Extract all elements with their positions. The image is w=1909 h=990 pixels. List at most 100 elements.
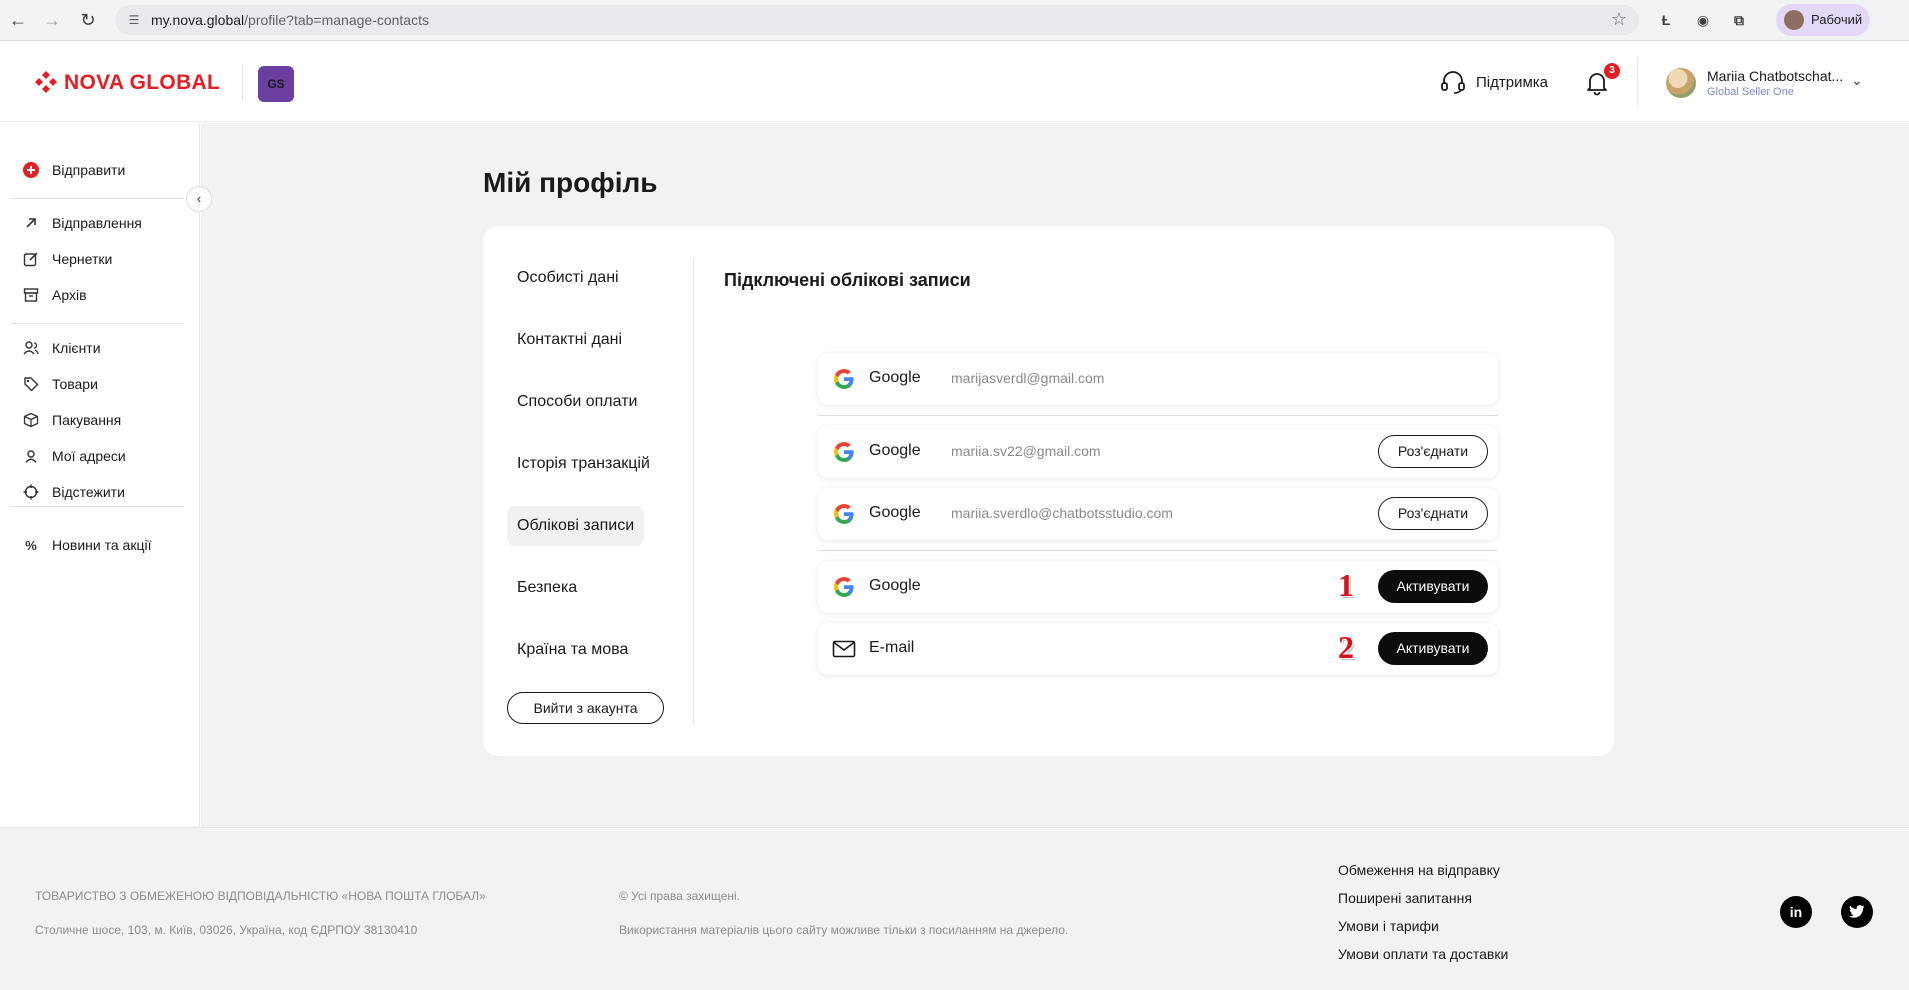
- sidebar-item-label: Відправити: [52, 162, 126, 178]
- translate-extension-icon[interactable]: Ƚ: [1655, 9, 1677, 31]
- sidebar-item-goods[interactable]: Товари: [22, 373, 98, 395]
- annotation-marker: 2: [1338, 629, 1354, 665]
- sidebar-item-shipments[interactable]: Відправлення: [22, 212, 142, 234]
- edit-icon: [22, 250, 40, 268]
- twitter-icon[interactable]: [1841, 896, 1873, 928]
- usage-notice: Використання матеріалів цього сайту можл…: [619, 923, 1069, 937]
- sidebar-item-drafts[interactable]: Чернетки: [22, 248, 112, 270]
- logo-divider: [242, 64, 243, 100]
- plus-circle-icon: [22, 161, 40, 179]
- tab-payment-methods[interactable]: Способи оплати: [507, 382, 647, 422]
- profile-card: Особисті дані Контактні дані Способи опл…: [483, 226, 1614, 756]
- sidebar-item-label: Відправлення: [52, 215, 142, 231]
- forward-icon[interactable]: →: [40, 8, 64, 32]
- sidebar-item-label: Товари: [52, 376, 98, 392]
- chevron-down-icon[interactable]: ⌄: [1851, 72, 1863, 89]
- linkedin-icon[interactable]: in: [1780, 896, 1812, 928]
- disconnect-button[interactable]: Роз'єднати: [1378, 497, 1488, 530]
- browser-profile-button[interactable]: Рабочий: [1776, 4, 1870, 36]
- app-header: NOVA GLOBAL GS Підтримка 3 Mariia Chatbo…: [0, 42, 1909, 122]
- google-icon: [834, 504, 854, 524]
- sidebar-item-addresses[interactable]: Мої адреси: [22, 445, 126, 467]
- copyright: © Усі права захищені.: [619, 889, 741, 903]
- collapse-sidebar-button[interactable]: ‹: [186, 186, 212, 212]
- sidebar-item-news[interactable]: % Новини та акції: [22, 534, 151, 556]
- user-name[interactable]: Mariia Chatbotschat...: [1707, 68, 1843, 84]
- extensions-puzzle-icon[interactable]: ⧉: [1728, 9, 1750, 31]
- account-email: mariia.sverdlo@chatbotsstudio.com: [951, 505, 1173, 521]
- sidebar-divider: [10, 506, 184, 507]
- brand-name[interactable]: NOVA GLOBAL: [64, 71, 220, 95]
- header-divider: [1637, 56, 1638, 108]
- account-row: Google mariia.sv22@gmail.com Роз'єднати: [818, 426, 1498, 478]
- google-icon: [834, 442, 854, 462]
- sidebar-item-label: Архів: [52, 287, 87, 303]
- provider-name: Google: [869, 369, 921, 386]
- sidebar-item-label: Мої адреси: [52, 448, 126, 464]
- tab-transaction-history[interactable]: Історія транзакцій: [507, 444, 660, 484]
- activate-button[interactable]: Активувати: [1378, 632, 1488, 665]
- footer-link-payment-delivery[interactable]: Умови оплати та доставки: [1338, 946, 1508, 962]
- accounts-divider: [818, 415, 1498, 416]
- sidebar-item-label: Клієнти: [52, 340, 101, 356]
- camera-icon[interactable]: ◉: [1692, 9, 1714, 31]
- account-row: Google marijasverdl@gmail.com: [818, 353, 1498, 405]
- footer-link-restrictions[interactable]: Обмеження на відправку: [1338, 862, 1500, 878]
- activate-button[interactable]: Активувати: [1378, 570, 1488, 603]
- sidebar: Відправити Відправлення Чернетки Архів К…: [0, 123, 200, 827]
- crosshair-icon: [22, 483, 40, 501]
- tab-country-language[interactable]: Країна та мова: [507, 630, 638, 670]
- footer-link-terms[interactable]: Умови і тарифи: [1338, 918, 1439, 934]
- site-settings-icon[interactable]: ☰: [125, 11, 143, 29]
- sidebar-item-send[interactable]: Відправити: [22, 159, 125, 181]
- envelope-icon: [832, 640, 856, 658]
- sidebar-item-archive[interactable]: Архів: [22, 284, 87, 306]
- user-role: Global Seller One: [1707, 86, 1794, 98]
- account-email: mariia.sv22@gmail.com: [951, 443, 1101, 459]
- google-icon: [834, 577, 854, 597]
- disconnect-button[interactable]: Роз'єднати: [1378, 435, 1488, 468]
- provider-name: Google: [869, 442, 921, 459]
- url-text: my.nova.global/profile?tab=manage-contac…: [151, 12, 429, 28]
- address-bar[interactable]: ☰ my.nova.global/profile?tab=manage-cont…: [115, 5, 1639, 35]
- sidebar-item-clients[interactable]: Клієнти: [22, 337, 101, 359]
- archive-box-icon: [22, 286, 40, 304]
- page-title: Мій профіль: [483, 167, 658, 198]
- location-pin-icon: [22, 447, 40, 465]
- support-label: Підтримка: [1476, 73, 1549, 91]
- support-link[interactable]: Підтримка: [1440, 70, 1548, 94]
- sidebar-item-packaging[interactable]: Пакування: [22, 409, 121, 431]
- reload-icon[interactable]: ↻: [76, 8, 100, 32]
- sidebar-divider: [10, 323, 184, 324]
- footer: ТОВАРИСТВО З ОБМЕЖЕНОЮ ВІДПОВІДАЛЬНІСТЮ …: [0, 827, 1909, 990]
- account-email: marijasverdl@gmail.com: [951, 370, 1105, 386]
- back-icon[interactable]: ←: [6, 8, 30, 32]
- footer-link-faq[interactable]: Поширені запитання: [1338, 890, 1472, 906]
- card-divider: [693, 258, 694, 724]
- provider-name: E-mail: [869, 639, 915, 656]
- logout-button[interactable]: Вийти з акаунта: [507, 692, 664, 724]
- accounts-divider: [818, 550, 1498, 551]
- tab-accounts[interactable]: Облікові записи: [507, 506, 645, 546]
- google-icon: [834, 369, 854, 389]
- nova-logo-icon[interactable]: [34, 70, 58, 94]
- browser-chrome: ← → ↻ ☰ my.nova.global/profile?tab=manag…: [0, 0, 1909, 41]
- user-avatar[interactable]: [1666, 68, 1696, 98]
- sidebar-item-label: Пакування: [52, 412, 122, 428]
- section-title: Підключені облікові записи: [724, 270, 971, 290]
- sidebar-item-track[interactable]: Відстежити: [22, 481, 125, 503]
- notification-count-badge: 3: [1604, 63, 1620, 79]
- tab-contact-data[interactable]: Контактні дані: [507, 320, 632, 360]
- account-row: Google 1 Активувати: [818, 561, 1498, 613]
- tab-personal-data[interactable]: Особисті дані: [507, 258, 629, 298]
- annotation-marker: 1: [1338, 567, 1354, 603]
- profile-label: Рабочий: [1811, 12, 1863, 27]
- arrow-up-right-icon: [22, 214, 40, 232]
- sidebar-item-label: Чернетки: [52, 251, 113, 267]
- tab-security[interactable]: Безпека: [507, 568, 587, 608]
- bookmark-star-icon[interactable]: ☆: [1611, 9, 1627, 30]
- gs-badge[interactable]: GS: [258, 66, 294, 102]
- tag-icon: [22, 375, 40, 393]
- company-address: Столичне шосе, 103, м. Київ, 03026, Укра…: [35, 923, 418, 937]
- percent-icon: %: [25, 537, 37, 553]
